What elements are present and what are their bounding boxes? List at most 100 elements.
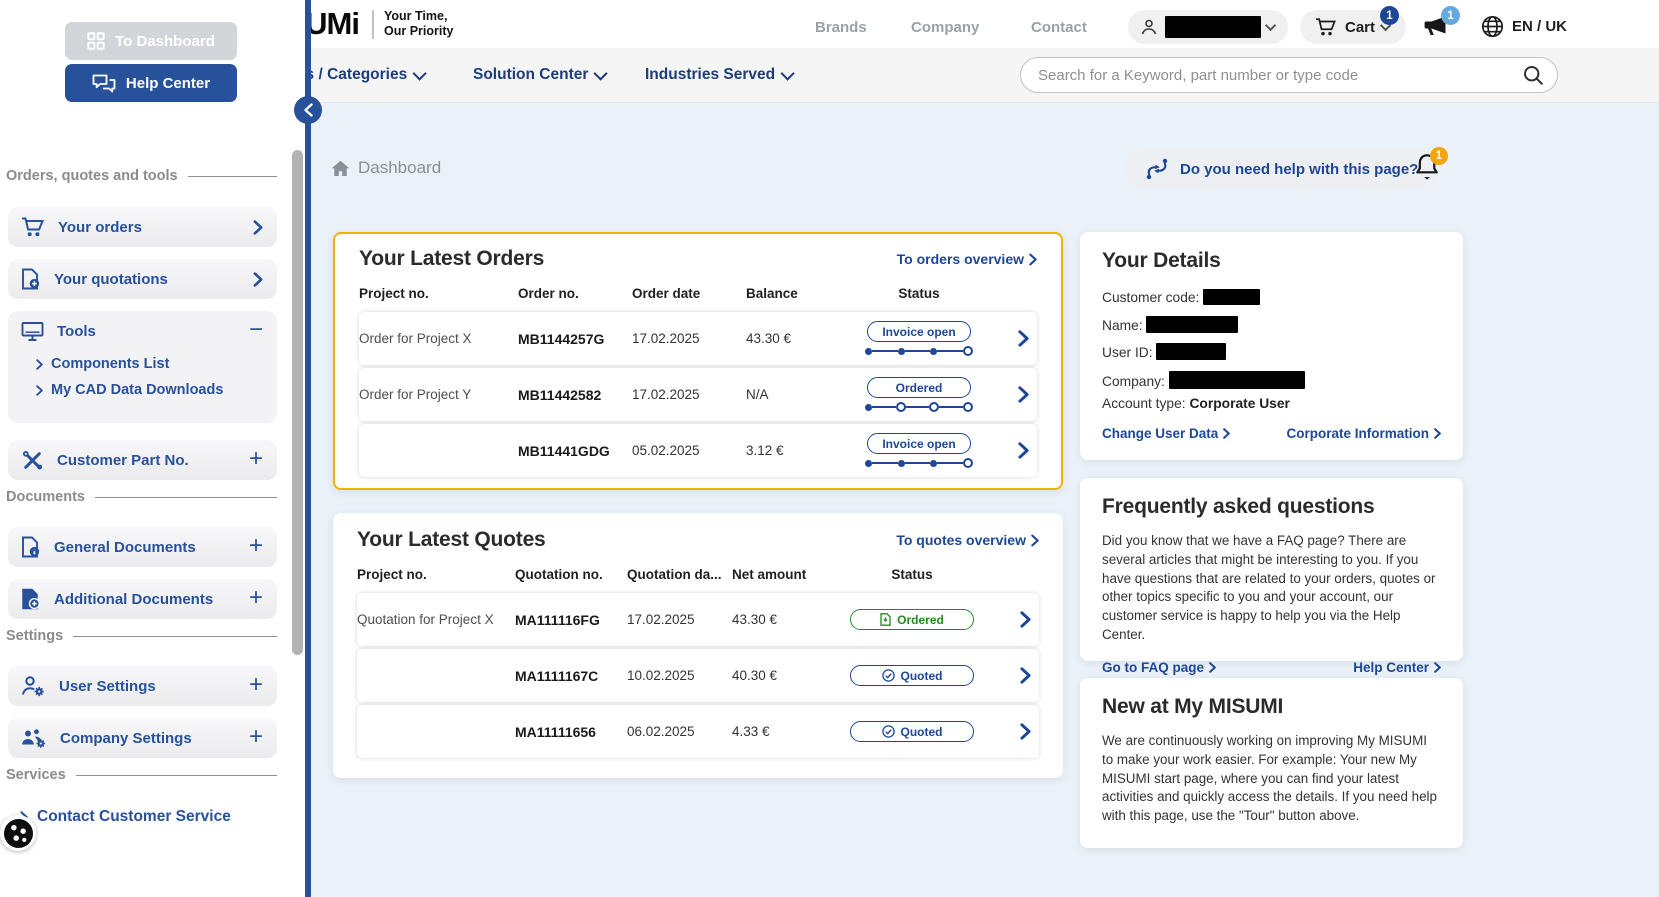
to-dashboard-button[interactable]: To Dashboard [65, 22, 237, 60]
quote-row[interactable]: Quotation for Project X MA111116FG 17.02… [357, 593, 1039, 646]
plus-icon[interactable]: + [249, 673, 263, 697]
minus-icon[interactable]: − [249, 318, 263, 342]
redacted-user-id [1156, 343, 1226, 360]
chevron-right-icon[interactable] [1020, 723, 1039, 740]
corporate-information-link[interactable]: Corporate Information [1286, 426, 1441, 441]
sidebar-item-label: Your quotations [54, 271, 240, 288]
search-input[interactable] [1020, 57, 1558, 93]
chevron-right-icon[interactable] [1018, 442, 1037, 459]
change-user-data-label: Change User Data [1102, 426, 1218, 441]
quote-amount: 4.33 € [732, 724, 837, 739]
order-date: 17.02.2025 [632, 331, 746, 346]
progress-step-dot [865, 404, 872, 411]
sidebar-item-label: General Documents [54, 539, 236, 556]
header-nav-company[interactable]: Company [911, 19, 979, 36]
user-icon [1140, 18, 1158, 36]
document-plus-filled-icon [21, 588, 41, 610]
quote-date: 17.02.2025 [627, 612, 732, 627]
plus-icon[interactable]: + [249, 586, 263, 610]
crossed-tools-icon [21, 449, 44, 472]
quote-project: Quotation for Project X [357, 612, 515, 627]
quote-row[interactable]: MA1111167C 10.02.2025 40.30 € Quoted [357, 649, 1039, 702]
account-menu[interactable] [1128, 10, 1288, 44]
quotes-table-header: Project no. Quotation no. Quotation da..… [357, 567, 1039, 582]
cart-icon [21, 216, 45, 238]
order-date: 05.02.2025 [632, 443, 746, 458]
quote-date: 10.02.2025 [627, 668, 732, 683]
page-tour-label: Do you need help with this page? [1180, 161, 1418, 178]
faq-page-label: Go to FAQ page [1102, 660, 1204, 675]
details-title: Your Details [1102, 249, 1441, 273]
orders-card-title: Your Latest Orders [359, 247, 544, 271]
sidebar-item-contact-customer-service[interactable]: Contact Customer Service [20, 808, 231, 826]
chevron-right-icon[interactable] [1018, 330, 1037, 347]
sidebar-scrollbar[interactable] [292, 150, 303, 655]
help-center-button[interactable]: Help Center [65, 64, 237, 102]
tagline: Your Time, Our Priority [384, 9, 453, 39]
sidebar-item-tools[interactable]: Tools − [8, 311, 277, 351]
sidebar-item-your-orders[interactable]: Your orders [8, 207, 277, 247]
home-icon[interactable] [331, 160, 350, 177]
corporate-information-label: Corporate Information [1286, 426, 1429, 441]
quote-amount: 43.30 € [732, 612, 837, 627]
news-title: New at My MISUMI [1102, 695, 1441, 719]
header-nav-contact[interactable]: Contact [1031, 19, 1087, 36]
order-project: Order for Project X [359, 331, 518, 346]
nav-industries-served[interactable]: Industries Served [645, 66, 794, 84]
order-row[interactable]: Order for Project Y MB11442582 17.02.202… [359, 368, 1037, 421]
plus-icon[interactable]: + [249, 534, 263, 558]
progress-step-dot [963, 458, 973, 468]
sidebar-item-general-documents[interactable]: General Documents + [8, 527, 277, 567]
sidebar-item-my-cad-data-downloads[interactable]: My CAD Data Downloads [8, 377, 277, 403]
quotes-col-project: Project no. [357, 567, 515, 582]
news-card: New at My MISUMI We are continuously wor… [1080, 678, 1463, 848]
order-row[interactable]: MB11441GDG 05.02.2025 3.12 € Invoice ope… [359, 424, 1037, 477]
orders-overview-link[interactable]: To orders overview [897, 251, 1037, 267]
sidebar-sublink-label: Contact Customer Service [37, 808, 231, 826]
progress-step-dot [865, 460, 872, 467]
orders-col-balance: Balance [746, 286, 844, 301]
help-center-link[interactable]: Help Center [1353, 660, 1441, 675]
sidebar-item-customer-part-no[interactable]: Customer Part No. + [8, 440, 277, 480]
cookie-settings-button[interactable] [0, 815, 36, 851]
document-info-icon [21, 536, 41, 558]
sidebar-item-company-settings[interactable]: Company Settings + [8, 718, 277, 758]
cookie-icon [4, 819, 33, 848]
nav-solution-center[interactable]: Solution Center [473, 66, 607, 84]
monitor-icon [21, 321, 44, 342]
sidebar-collapse-button[interactable] [294, 96, 322, 124]
sidebar-item-additional-documents[interactable]: Additional Documents + [8, 579, 277, 619]
plus-icon[interactable]: + [249, 725, 263, 749]
quote-row[interactable]: MA11111656 06.02.2025 4.33 € Quoted [357, 705, 1039, 758]
sidebar-item-your-quotations[interactable]: Your quotations [8, 259, 277, 299]
faq-page-link[interactable]: Go to FAQ page [1102, 660, 1216, 675]
change-user-data-link[interactable]: Change User Data [1102, 426, 1230, 441]
sidebar-item-label: Additional Documents [54, 591, 236, 608]
order-row[interactable]: Order for Project X MB1144257G 17.02.202… [359, 312, 1037, 365]
header-nav-brands[interactable]: Brands [815, 19, 867, 36]
order-balance: 43.30 € [746, 331, 844, 346]
quote-status-label: Quoted [901, 669, 943, 683]
orders-rows: Order for Project X MB1144257G 17.02.202… [359, 312, 1037, 477]
chevron-right-icon[interactable] [1020, 611, 1039, 628]
order-progress-stepper [865, 346, 973, 356]
plus-icon[interactable]: + [249, 447, 263, 471]
language-selector[interactable]: EN / UK [1481, 15, 1567, 38]
document-plus-icon [21, 268, 41, 290]
dashboard-grid-icon [87, 32, 105, 50]
page-tour-button[interactable]: Do you need help with this page? [1125, 149, 1438, 189]
check-circle-icon [882, 725, 895, 738]
chevron-down-icon [594, 67, 608, 81]
search-icon[interactable] [1523, 65, 1544, 86]
breadcrumb-label: Dashboard [358, 158, 441, 178]
sidebar-item-components-list[interactable]: Components List [8, 351, 277, 377]
chevron-right-icon[interactable] [1018, 386, 1037, 403]
progress-step-dot [963, 346, 973, 356]
quote-number: MA1111167C [515, 668, 627, 684]
sidebar-item-user-settings[interactable]: User Settings + [8, 666, 277, 706]
globe-icon [1481, 15, 1504, 38]
help-center-button-label: Help Center [126, 75, 210, 92]
chevron-down-icon [413, 67, 427, 81]
quotes-overview-link[interactable]: To quotes overview [896, 532, 1039, 548]
chevron-right-icon[interactable] [1020, 667, 1039, 684]
